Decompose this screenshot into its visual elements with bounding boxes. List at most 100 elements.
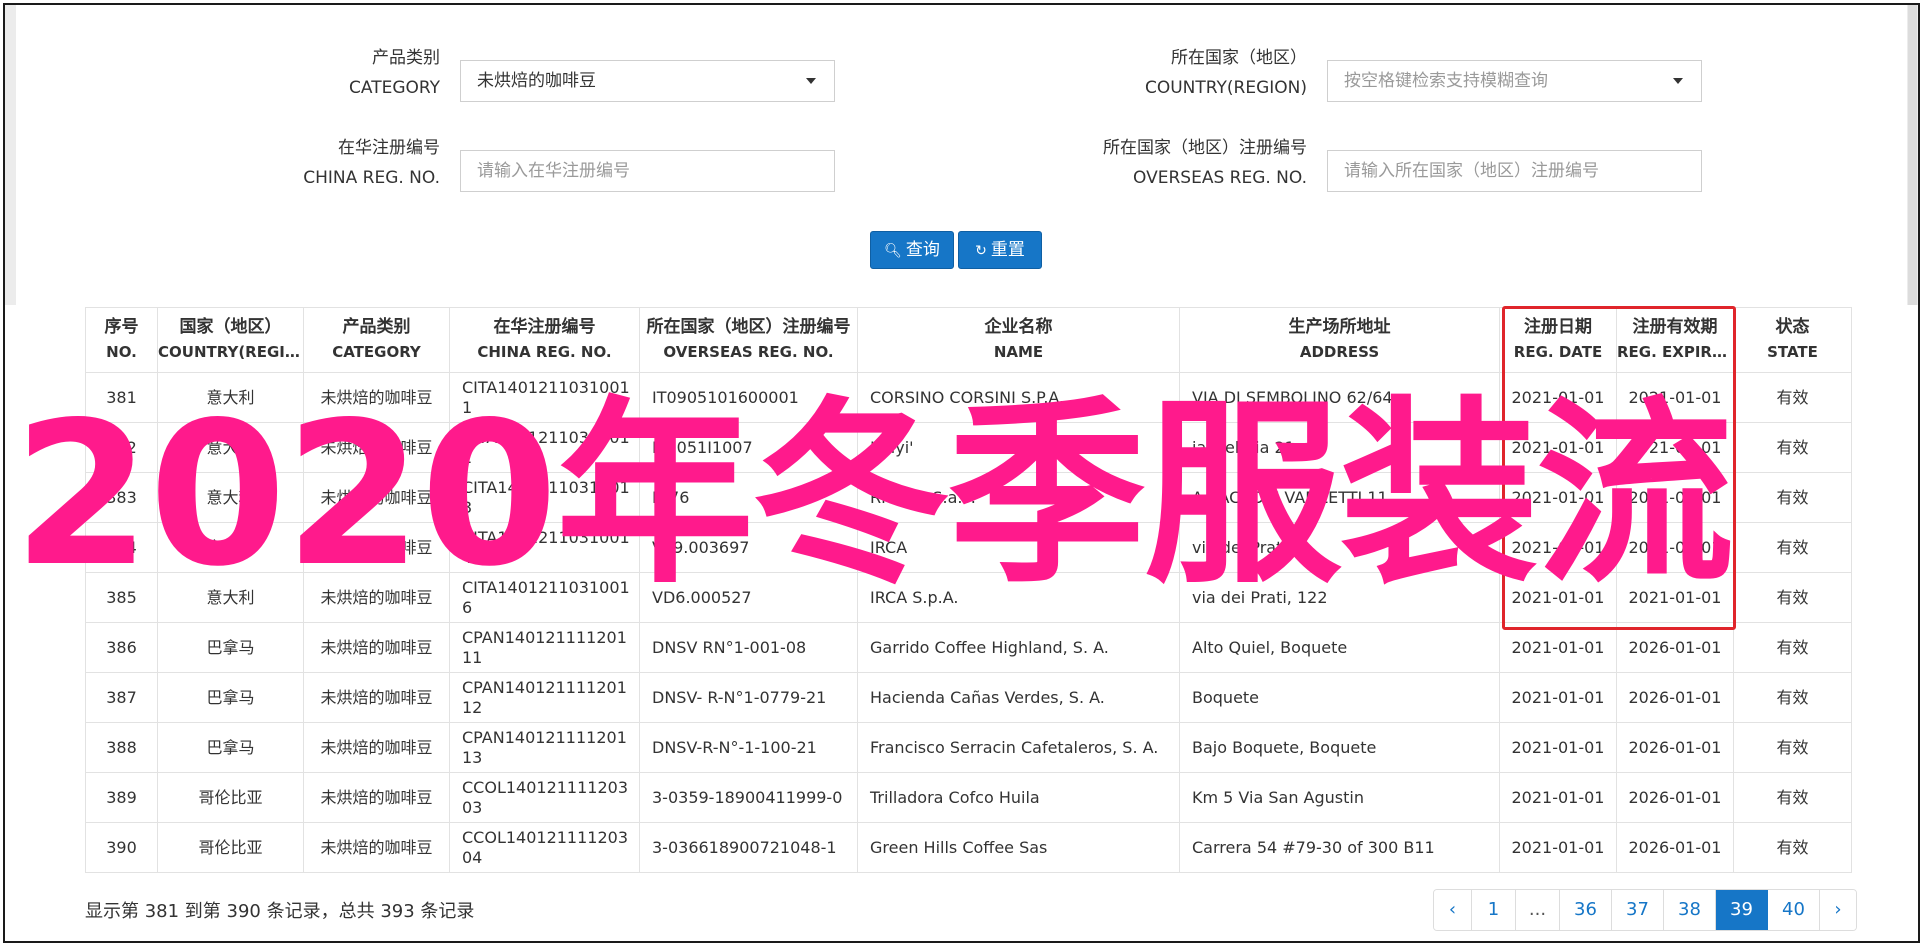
category-label: 产品类别 CATEGORY <box>295 43 440 103</box>
cell-china-reg: CPAN14012111120112 <box>449 672 640 723</box>
cell-name: Garrido Coffee Highland, S. A. <box>857 622 1180 673</box>
cell-state: 有效 <box>1733 672 1852 723</box>
search-icon: 🔍︎ <box>884 243 902 259</box>
category-select[interactable]: 未烘焙的咖啡豆 <box>460 60 835 102</box>
cell-name: IRCA S.p.A. <box>857 572 1180 623</box>
column-header[interactable]: 序号 NO. <box>85 307 158 373</box>
cell-country: 巴拿马 <box>157 622 304 673</box>
cell-reg-date: 2021-01-01 <box>1499 422 1617 473</box>
column-header-en: NO. <box>106 343 137 361</box>
reset-button[interactable]: ↻ 重置 <box>958 231 1042 269</box>
column-header-cn: 生产场所地址 <box>1288 317 1391 337</box>
cell-address: via dei Prati, 5 <box>1179 522 1500 573</box>
table-row[interactable]: 386 巴拿马 未烘焙的咖啡豆 CPAN14012111120111 DNSV RN°1… <box>85 622 1852 673</box>
cell-expire: 2026-01-01 <box>1616 672 1734 723</box>
column-header[interactable]: 状态 STATE <box>1733 307 1852 373</box>
cell-overseas-reg: N 76 <box>639 472 858 523</box>
cell-category: 未烘焙的咖啡豆 <box>303 472 450 523</box>
column-header-en: OVERSEAS REG. NO. <box>663 343 834 361</box>
cell-expire: 2026-01-01 <box>1616 822 1734 873</box>
cell-name: Green Hills Coffee Sas <box>857 822 1180 873</box>
pagination-page-1[interactable]: 1 <box>1472 890 1516 930</box>
column-header-en: STATE <box>1767 343 1818 361</box>
cell-address: VIA DI SEMBOLINO 62/64 <box>1179 372 1500 423</box>
column-header[interactable]: 生产场所地址 ADDRESS <box>1179 307 1500 373</box>
table-body: 381 意大利 未烘焙的咖啡豆 CITA14012110310011 IT0905101… <box>85 372 1852 873</box>
cell-overseas-reg: IT2051I1007 <box>639 422 858 473</box>
table-row[interactable]: 385 意大利 未烘焙的咖啡豆 CITA14012110310016 VD6.00052… <box>85 572 1852 623</box>
pagination-page-39[interactable]: 39 <box>1716 890 1768 930</box>
pagination-page-40[interactable]: 40 <box>1768 890 1820 930</box>
cell-state: 有效 <box>1733 422 1852 473</box>
table-row[interactable]: 387 巴拿马 未烘焙的咖啡豆 CPAN14012111120112 DNSV- R-N… <box>85 672 1852 723</box>
table-row[interactable]: 383 意大利 未烘焙的咖啡豆 CITA14012110310013 N 76 RMCKA… <box>85 472 1852 523</box>
pagination-prev-button[interactable]: ‹ <box>1434 890 1472 930</box>
cell-reg-date: 2021-01-01 <box>1499 522 1617 573</box>
china-reg-placeholder: 请输入在华注册编号 <box>477 161 630 181</box>
scrollbar-thumb[interactable] <box>1908 5 1917 305</box>
cell-state: 有效 <box>1733 372 1852 423</box>
right-scrollbar[interactable] <box>1907 5 1918 305</box>
cell-overseas-reg: 3-036618900721048-1 <box>639 822 858 873</box>
cell-address: via dei Prati, 122 <box>1179 572 1500 623</box>
cell-address: A SACCO E VANZETTI 11 <box>1179 472 1500 523</box>
cell-state: 有效 <box>1733 772 1852 823</box>
cell-overseas-reg: DNSV- R-N°1-0779-21 <box>639 672 858 723</box>
cell-state: 有效 <box>1733 822 1852 873</box>
cell-category: 未烘焙的咖啡豆 <box>303 822 450 873</box>
column-header-cn: 状态 <box>1775 317 1810 337</box>
china-reg-input[interactable]: 请输入在华注册编号 <box>460 150 835 192</box>
cell-reg-date: 2021-01-01 <box>1499 672 1617 723</box>
cell-reg-date: 2021-01-01 <box>1499 572 1617 623</box>
column-header-en: ADDRESS <box>1299 343 1380 361</box>
pagination-page-36[interactable]: 36 <box>1560 890 1612 930</box>
column-header[interactable]: 国家（地区） COUNTRY(REGIO... <box>157 307 304 373</box>
column-header-cn: 企业名称 <box>984 317 1053 337</box>
overseas-reg-label: 所在国家（地区）注册编号 OVERSEAS REG. NO. <box>1035 133 1307 193</box>
table-row[interactable]: 390 哥伦比亚 未烘焙的咖啡豆 CCOL14012111120304 3-036618… <box>85 822 1852 873</box>
column-header-en: COUNTRY(REGIO... <box>158 343 303 361</box>
chevron-down-icon <box>806 78 816 84</box>
cell-name: Francisco Serracin Cafetaleros, S. A. <box>857 722 1180 773</box>
cell-country: 哥伦比亚 <box>157 822 304 873</box>
cell-reg-date: 2021-01-01 <box>1499 822 1617 873</box>
cell-china-reg: CPAN14012111120113 <box>449 722 640 773</box>
column-header[interactable]: 注册日期 REG. DATE <box>1499 307 1617 373</box>
table-row[interactable]: 382 意大利 未烘焙的咖啡豆 CITA14012110310012 IT2051I10… <box>85 422 1852 473</box>
column-header[interactable]: 企业名称 NAME <box>857 307 1180 373</box>
column-header-en: NAME <box>993 343 1044 361</box>
country-select[interactable]: 按空格键检索支持模糊查询 <box>1327 60 1702 102</box>
table-row[interactable]: 384 意大利 未烘焙的咖啡豆 CITA14012110310014 V69.00369… <box>85 522 1852 573</box>
cell-no: 388 <box>85 722 158 773</box>
cell-overseas-reg: V69.003697 <box>639 522 858 573</box>
pagination-page-37[interactable]: 37 <box>1612 890 1664 930</box>
cell-state: 有效 <box>1733 472 1852 523</box>
cell-country: 意大利 <box>157 572 304 623</box>
table-row[interactable]: 381 意大利 未烘焙的咖啡豆 CITA14012110310011 IT0905101… <box>85 372 1852 423</box>
country-label-cn: 所在国家（地区） <box>1171 48 1307 68</box>
table-row[interactable]: 388 巴拿马 未烘焙的咖啡豆 CPAN14012111120113 DNSV-R-N°… <box>85 722 1852 773</box>
column-header[interactable]: 所在国家（地区）注册编号 OVERSEAS REG. NO. <box>639 307 858 373</box>
column-header-cn: 注册日期 <box>1524 317 1592 337</box>
cell-name: Hacienda Cañas Verdes, S. A. <box>857 672 1180 723</box>
overseas-reg-input[interactable]: 请输入所在国家（地区）注册编号 <box>1327 150 1702 192</box>
table-header-row: 序号 NO. 国家（地区） COUNTRY(REGIO... 产品类别 CATEGORY 在… <box>85 307 1852 373</box>
pagination-next-button[interactable]: › <box>1820 890 1856 930</box>
column-header[interactable]: 注册有效期 REG. EXPIRE ... <box>1616 307 1734 373</box>
table-row[interactable]: 389 哥伦比亚 未烘焙的咖啡豆 CCOL14012111120303 3-0359-1… <box>85 772 1852 823</box>
column-header-cn: 序号 <box>104 317 139 337</box>
cell-overseas-reg: VD6.000527 <box>639 572 858 623</box>
column-header-en: CHINA REG. NO. <box>477 343 612 361</box>
china-reg-label-cn: 在华注册编号 <box>338 138 440 158</box>
overseas-reg-placeholder: 请输入所在国家（地区）注册编号 <box>1344 161 1599 181</box>
registration-table: 序号 NO. 国家（地区） COUNTRY(REGIO... 产品类别 CATEGORY 在… <box>85 307 1852 873</box>
pagination-page-ellipsis[interactable]: ... <box>1516 890 1560 930</box>
pagination-page-38[interactable]: 38 <box>1664 890 1716 930</box>
column-header[interactable]: 在华注册编号 CHINA REG. NO. <box>449 307 640 373</box>
column-header[interactable]: 产品类别 CATEGORY <box>303 307 450 373</box>
cell-address: Carrera 54 #79-30 of 300 B11 <box>1179 822 1500 873</box>
column-header-cn: 产品类别 <box>342 317 411 337</box>
search-button[interactable]: 🔍︎ 查询 <box>870 231 954 269</box>
column-header-en: CATEGORY <box>332 343 421 361</box>
cell-china-reg: CCOL14012111120304 <box>449 822 640 873</box>
